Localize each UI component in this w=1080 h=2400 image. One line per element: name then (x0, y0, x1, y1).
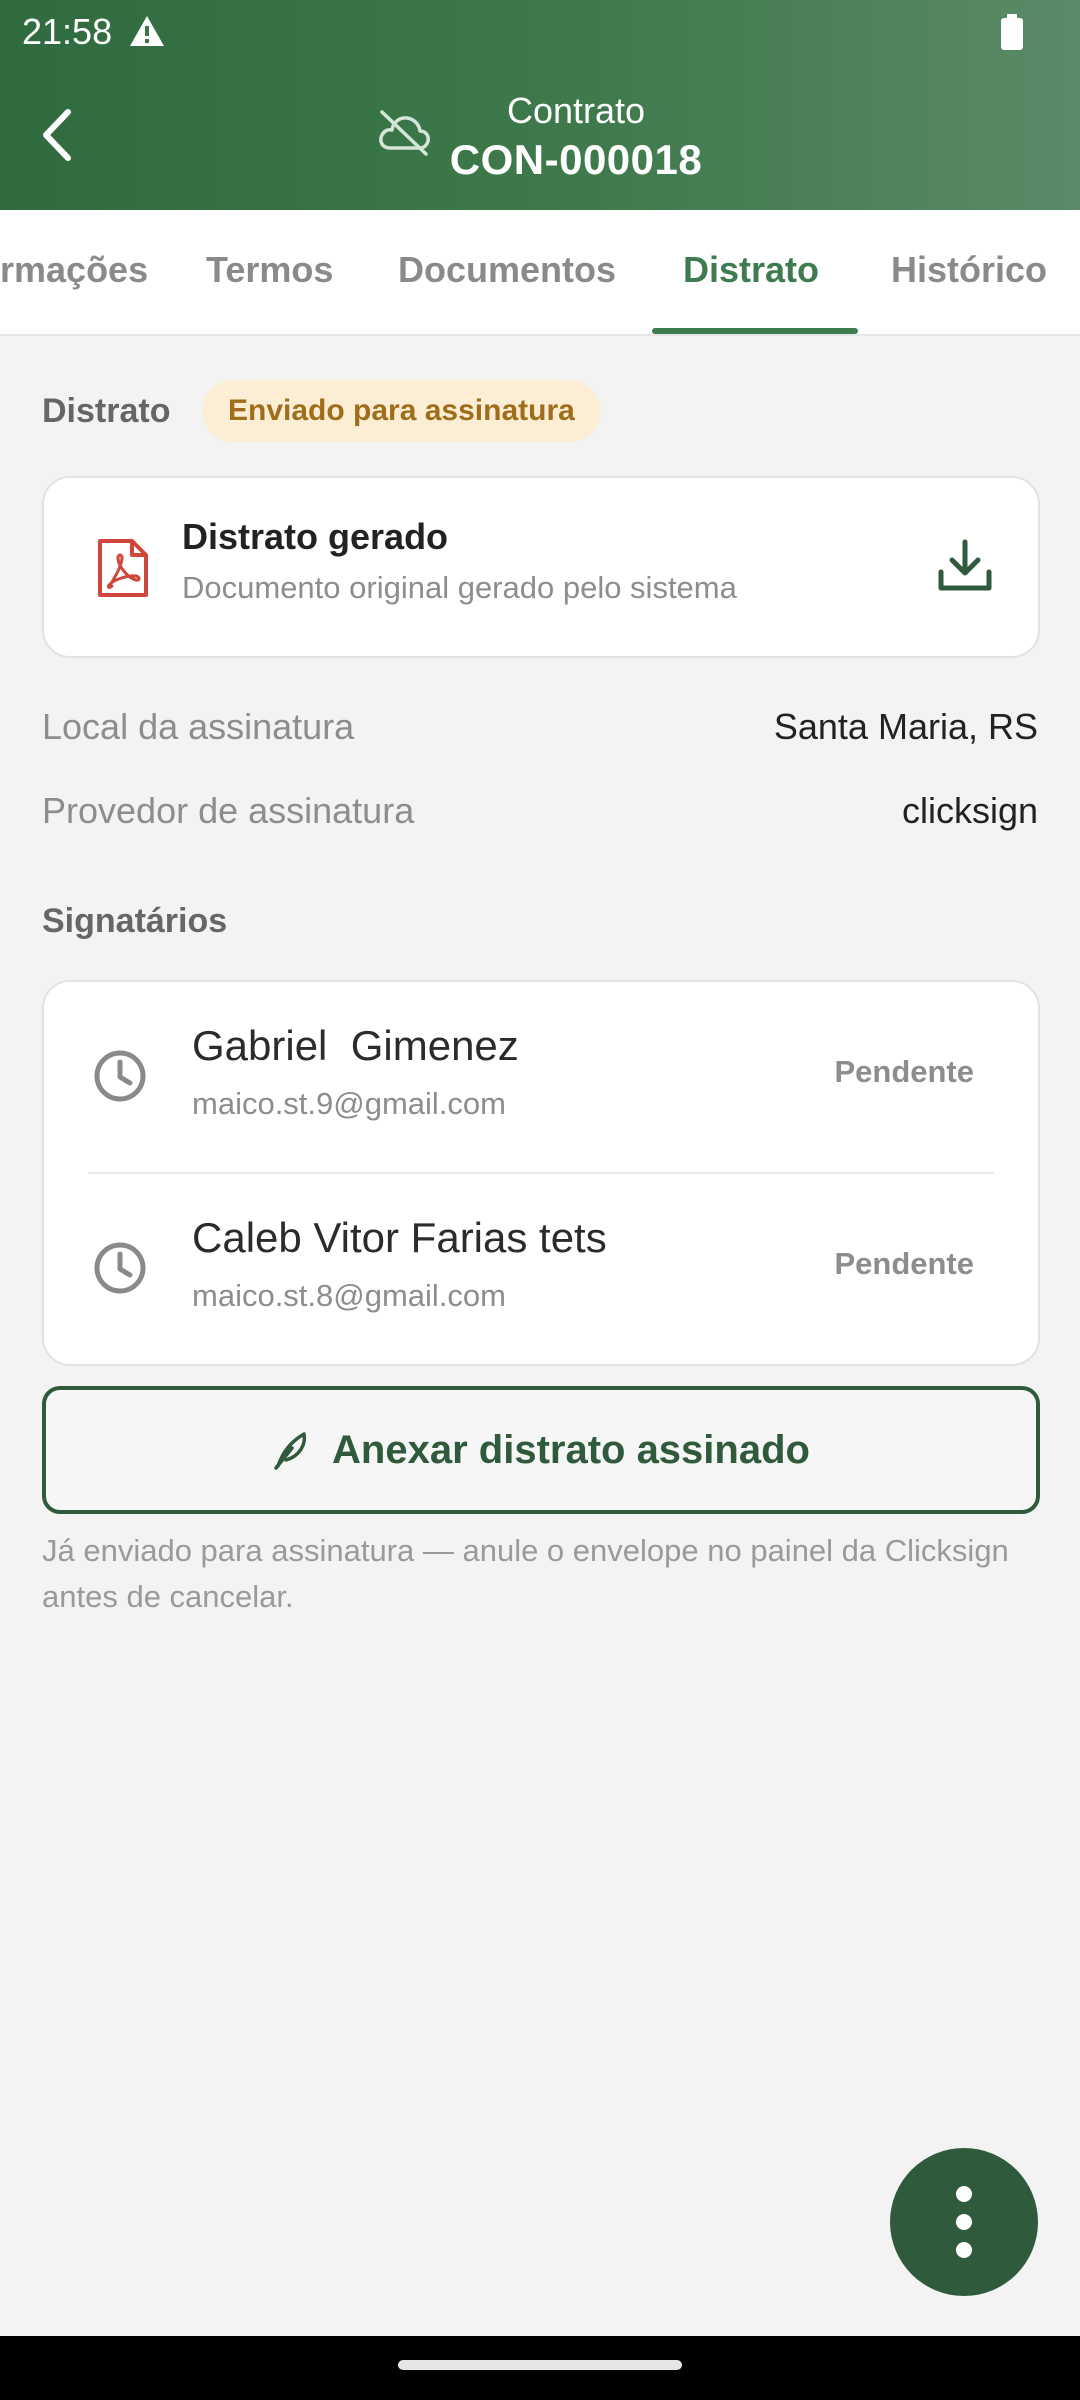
document-title: Distrato gerado (182, 516, 449, 557)
signer-status: Pendente (834, 1246, 974, 1281)
signer-name: Gabriel Gimenez (192, 1022, 519, 1069)
signers-title: Signatários (42, 902, 228, 940)
signer-row[interactable]: Caleb Vitor Farias tets maico.st.8@gmail… (44, 1174, 1038, 1364)
signers-card: Gabriel Gimenez maico.st.9@gmail.com Pen… (42, 980, 1040, 1366)
signature-location-label: Local da assinatura (42, 706, 355, 747)
section-label: Distrato (42, 392, 171, 430)
status-badge: Enviado para assinatura (202, 380, 601, 442)
tab-bar: rmações Termos Documentos Distrato Histó… (0, 210, 1080, 336)
header-subtitle: Contrato (506, 90, 646, 131)
tab-informacoes[interactable]: rmações (0, 210, 148, 334)
page-title: CON-000018 (449, 136, 703, 183)
document-subtitle: Documento original gerado pelo sistema (182, 570, 737, 605)
signer-email: maico.st.8@gmail.com (192, 1278, 506, 1313)
system-nav-bar (0, 2336, 1080, 2400)
app-header: 21:58 Contrato CON-000018 (0, 0, 1080, 210)
attach-button-label: Anexar distrato assinado (332, 1427, 810, 1472)
cancel-note: Já enviado para assinatura — anule o env… (42, 1533, 1009, 1614)
battery-icon (1001, 14, 1023, 50)
signature-location-value: Santa Maria, RS (773, 706, 1038, 747)
tab-distrato[interactable]: Distrato (683, 210, 819, 334)
pdf-icon (98, 539, 148, 597)
attach-signed-distrato-button[interactable]: Anexar distrato assinado (42, 1386, 1040, 1514)
signer-status: Pendente (834, 1054, 974, 1089)
clock-icon (94, 1242, 146, 1294)
tab-termos[interactable]: Termos (206, 210, 333, 334)
tab-documentos[interactable]: Documentos (398, 210, 616, 334)
warning-icon (130, 16, 164, 46)
status-time: 21:58 (22, 11, 113, 52)
download-icon[interactable] (936, 538, 994, 594)
signature-provider-value: clicksign (901, 790, 1038, 831)
active-tab-indicator (652, 328, 858, 334)
feather-icon (274, 1432, 307, 1470)
generated-document-card[interactable]: Distrato gerado Documento original gerad… (42, 476, 1040, 658)
tab-historico[interactable]: Histórico (891, 210, 1047, 334)
more-options-button[interactable] (890, 2148, 1038, 2296)
signature-provider-label: Provedor de assinatura (42, 790, 415, 831)
home-gesture-pill[interactable] (398, 2360, 682, 2370)
signer-email: maico.st.9@gmail.com (192, 1086, 506, 1121)
signer-name: Caleb Vitor Farias tets (192, 1214, 607, 1261)
signer-row[interactable]: Gabriel Gimenez maico.st.9@gmail.com Pen… (44, 982, 1038, 1174)
clock-icon (94, 1050, 146, 1102)
